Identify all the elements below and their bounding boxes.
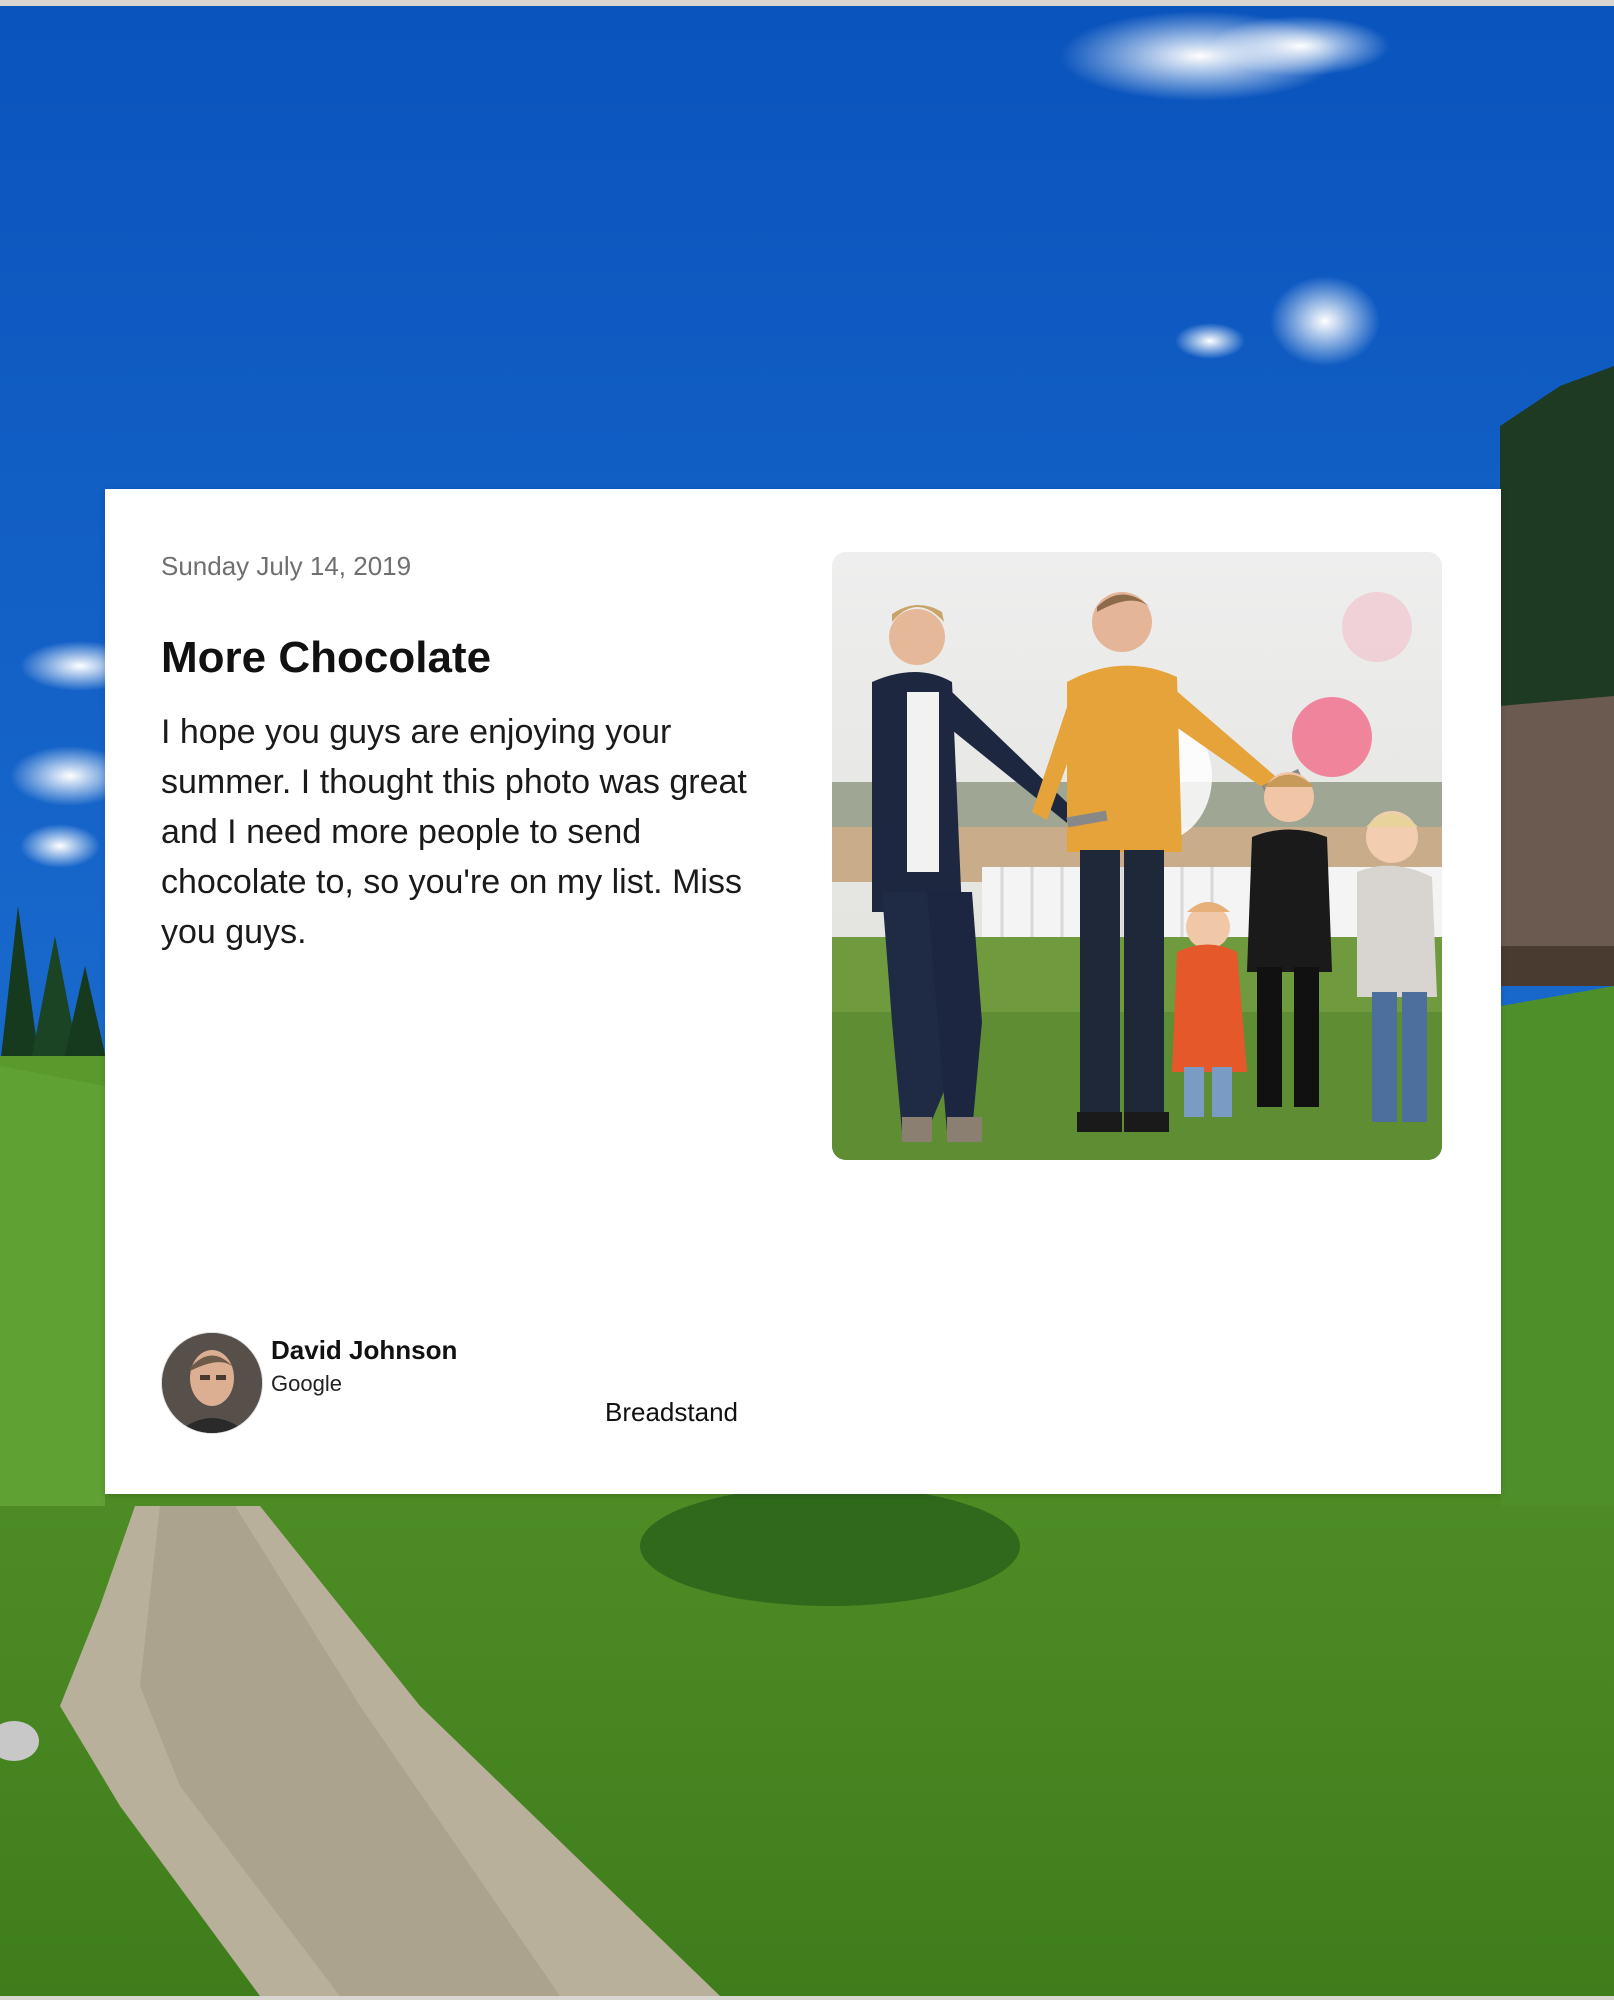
post-date: Sunday July 14, 2019 — [161, 551, 412, 581]
post-message: I hope you guys are enjoying your summer… — [161, 713, 747, 951]
author-avatar — [161, 1332, 263, 1434]
author-company: Google — [271, 1371, 342, 1396]
post-title: More Chocolate — [161, 633, 492, 682]
family-photo-illustration — [832, 552, 1442, 1160]
brand-label[interactable]: Breadstand — [605, 1397, 738, 1428]
post-card: Sunday July 14, 2019 More Chocolate I ho… — [105, 489, 1501, 1494]
window-bottom-edge — [0, 1996, 1614, 2000]
page: Sunday July 14, 2019 More Chocolate I ho… — [0, 0, 1614, 2000]
family-photo — [832, 552, 1442, 1160]
author-name: David Johnson — [271, 1335, 458, 1365]
author-avatar-illustration — [162, 1333, 262, 1433]
